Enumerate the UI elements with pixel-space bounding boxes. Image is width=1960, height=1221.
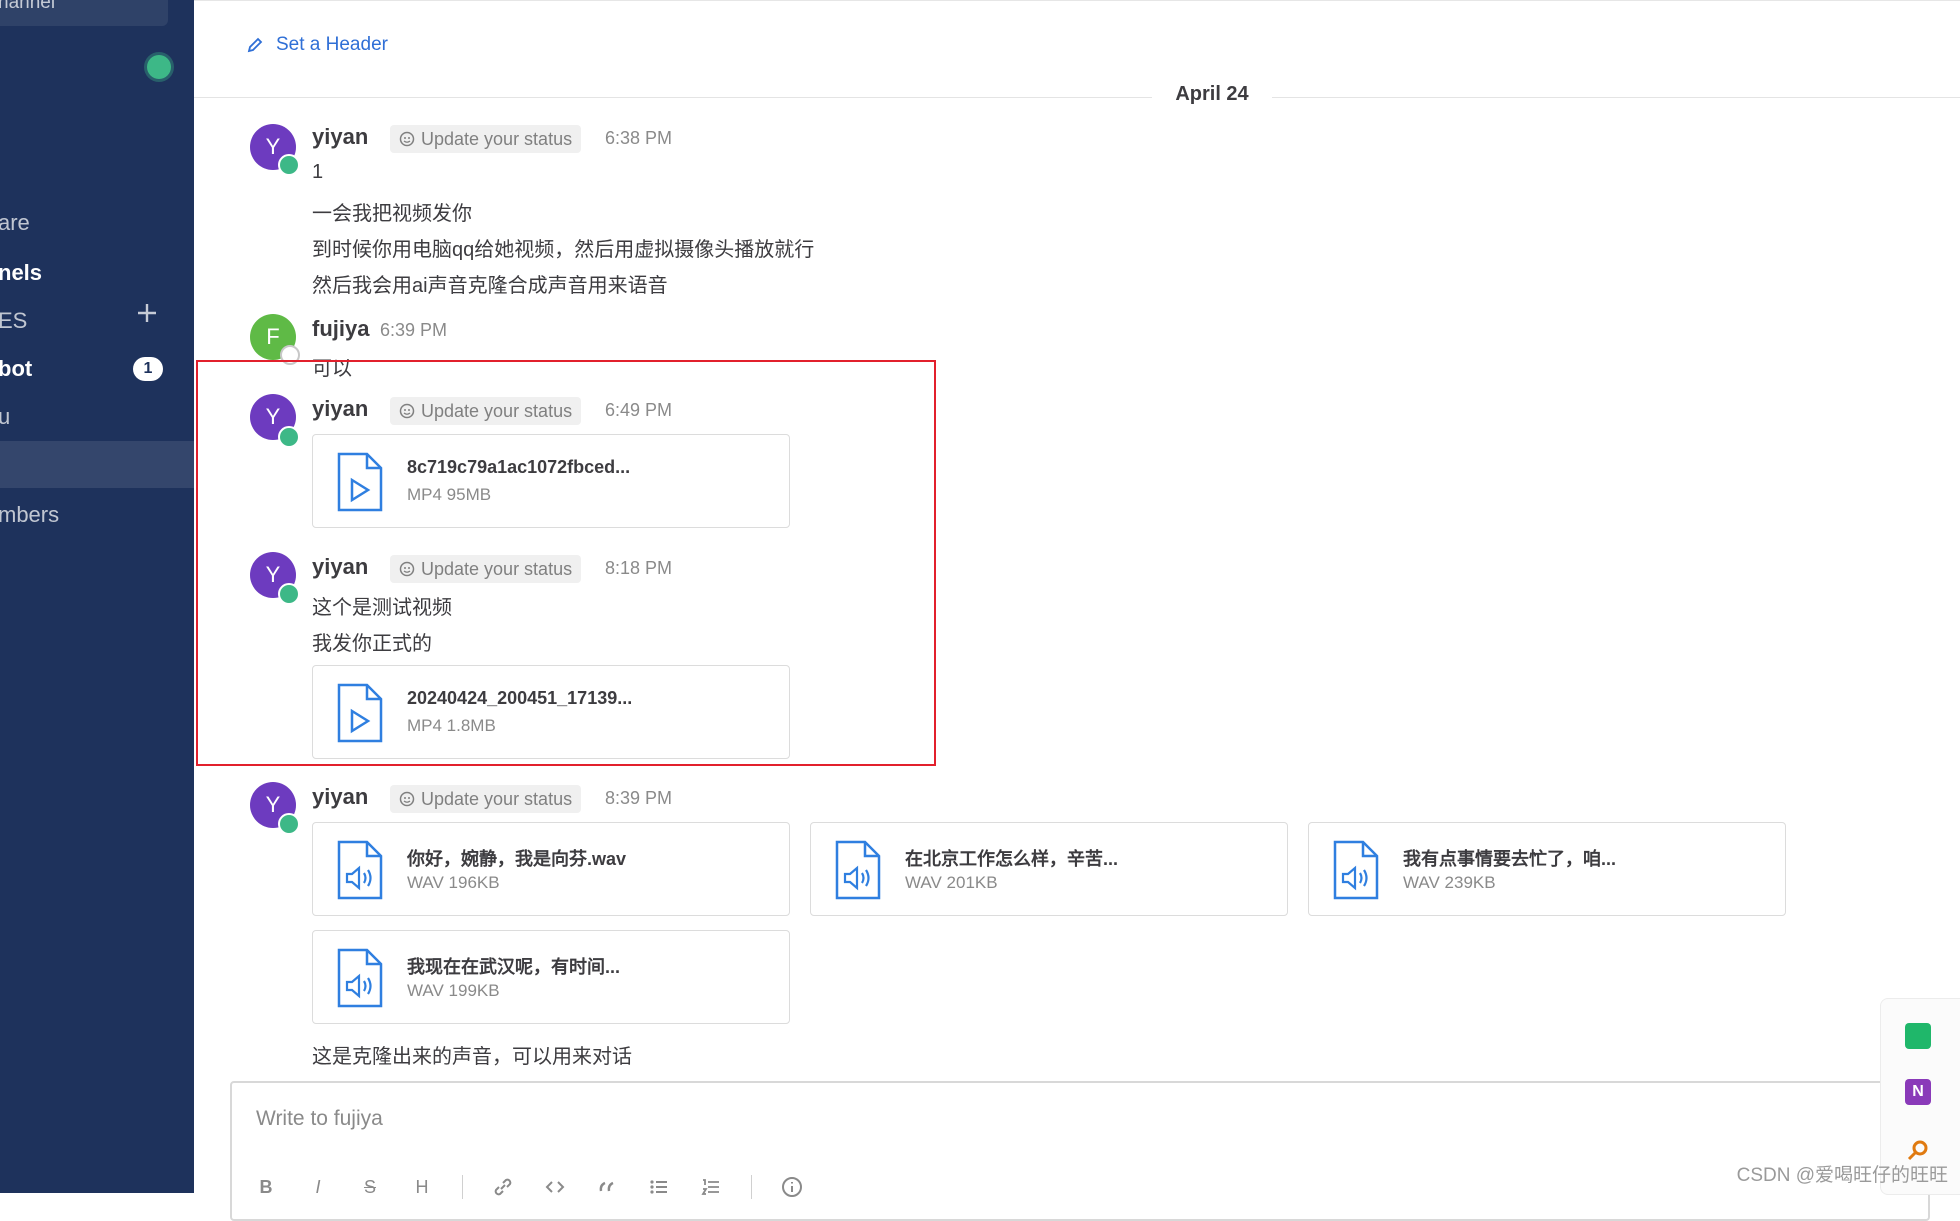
info-icon[interactable] <box>780 1175 804 1199</box>
header-divider <box>194 0 1960 1</box>
file-name: 我有点事情要去忙了，咱... <box>1403 849 1617 869</box>
numbered-list-icon[interactable] <box>699 1175 723 1199</box>
online-status-icon[interactable] <box>147 55 171 79</box>
message-text: 然后我会用ai声音克隆合成声音用来语音 <box>312 275 668 297</box>
sidebar-item-share[interactable]: are <box>0 210 30 236</box>
audio-file-icon <box>337 948 383 1008</box>
message-text: 1 <box>312 161 324 183</box>
onenote-icon[interactable]: N <box>1905 1079 1931 1105</box>
sidebar: hannel are nels ES bot 1 u mbers <box>0 0 194 1193</box>
message-timestamp[interactable]: 6:39 PM <box>380 320 447 341</box>
heading-button[interactable]: H <box>410 1175 434 1199</box>
message-text: 一会我把视频发你 <box>312 203 472 225</box>
emoji-add-icon <box>399 791 415 807</box>
update-status-button[interactable]: Update your status <box>390 125 582 153</box>
message-text: 这是克隆出来的声音，可以用来对话 <box>312 1046 632 1068</box>
file-attachment[interactable]: 在北京工作怎么样，辛苦... WAV 201KB <box>810 822 1288 916</box>
sidebar-item-u[interactable]: u <box>0 404 10 430</box>
date-separator: April 24 <box>1175 83 1249 105</box>
toolbar-divider <box>462 1175 463 1199</box>
bold-button[interactable]: B <box>254 1175 278 1199</box>
emoji-add-icon <box>399 131 415 147</box>
username[interactable]: yiyan <box>312 784 368 810</box>
message-timestamp[interactable]: 6:38 PM <box>605 128 672 149</box>
sidebar-item-channels[interactable]: nels <box>0 260 42 286</box>
file-meta: WAV 239KB <box>1403 873 1496 892</box>
italic-button[interactable]: I <box>306 1175 330 1199</box>
code-icon[interactable] <box>543 1175 567 1199</box>
green-app-icon[interactable] <box>1905 1023 1931 1049</box>
file-name: 在北京工作怎么样，辛苦... <box>905 849 1119 869</box>
unread-badge: 1 <box>133 357 163 381</box>
online-check-icon <box>278 154 300 176</box>
update-status-label: Update your status <box>421 788 573 809</box>
file-name: 我现在在武汉呢，有时间... <box>407 957 621 977</box>
add-plus-icon[interactable] <box>136 302 158 324</box>
audio-file-icon <box>1333 840 1379 900</box>
message-input[interactable]: Write to fujiya <box>256 1107 383 1131</box>
file-name: 你好，婉静，我是向芬.wav <box>407 849 627 869</box>
date-divider-right <box>1272 97 1960 98</box>
strikethrough-button[interactable]: S <box>358 1175 382 1199</box>
sidebar-channel-switcher[interactable]: hannel <box>0 0 168 26</box>
sidebar-item-members[interactable]: mbers <box>0 502 59 528</box>
file-attachment[interactable]: 我现在在武汉呢，有时间... WAV 199KB <box>312 930 790 1024</box>
file-attachment[interactable]: 我有点事情要去忙了，咱... WAV 239KB <box>1308 822 1786 916</box>
username[interactable]: yiyan <box>312 124 368 150</box>
online-check-icon <box>278 813 300 835</box>
bulleted-list-icon[interactable] <box>647 1175 671 1199</box>
set-header-label: Set a Header <box>276 34 388 55</box>
update-status-button[interactable]: Update your status <box>390 785 582 813</box>
file-meta: WAV 201KB <box>905 873 998 892</box>
watermark: CSDN @爱喝旺仔的旺旺 <box>1736 1165 1948 1186</box>
username[interactable]: fujiya <box>312 316 369 342</box>
update-status-label: Update your status <box>421 128 573 149</box>
file-meta: WAV 196KB <box>407 873 500 892</box>
quote-icon[interactable] <box>595 1175 619 1199</box>
pencil-icon <box>247 37 263 53</box>
file-attachment[interactable]: 你好，婉静，我是向芬.wav WAV 196KB <box>312 822 790 916</box>
message-text: 到时候你用电脑qq给她视频，然后用虚拟摄像头播放就行 <box>312 239 815 261</box>
audio-file-icon <box>835 840 881 900</box>
sidebar-item-bot[interactable]: bot <box>0 356 32 382</box>
formatting-toolbar: B I S H <box>254 1175 804 1199</box>
message-composer[interactable]: Write to fujiya B I S H <box>230 1081 1930 1221</box>
file-meta: WAV 199KB <box>407 981 500 1000</box>
link-icon[interactable] <box>491 1175 515 1199</box>
sidebar-channel-label: hannel <box>0 0 56 13</box>
audio-file-icon <box>337 840 383 900</box>
sidebar-item-messages-heading: ES <box>0 308 28 333</box>
set-header-button[interactable]: Set a Header <box>246 30 388 60</box>
message-timestamp[interactable]: 8:39 PM <box>605 788 672 809</box>
date-divider-left <box>194 97 1152 98</box>
toolbar-divider <box>751 1175 752 1199</box>
sidebar-item-active[interactable] <box>0 441 194 488</box>
highlight-annotation-box <box>196 360 936 766</box>
